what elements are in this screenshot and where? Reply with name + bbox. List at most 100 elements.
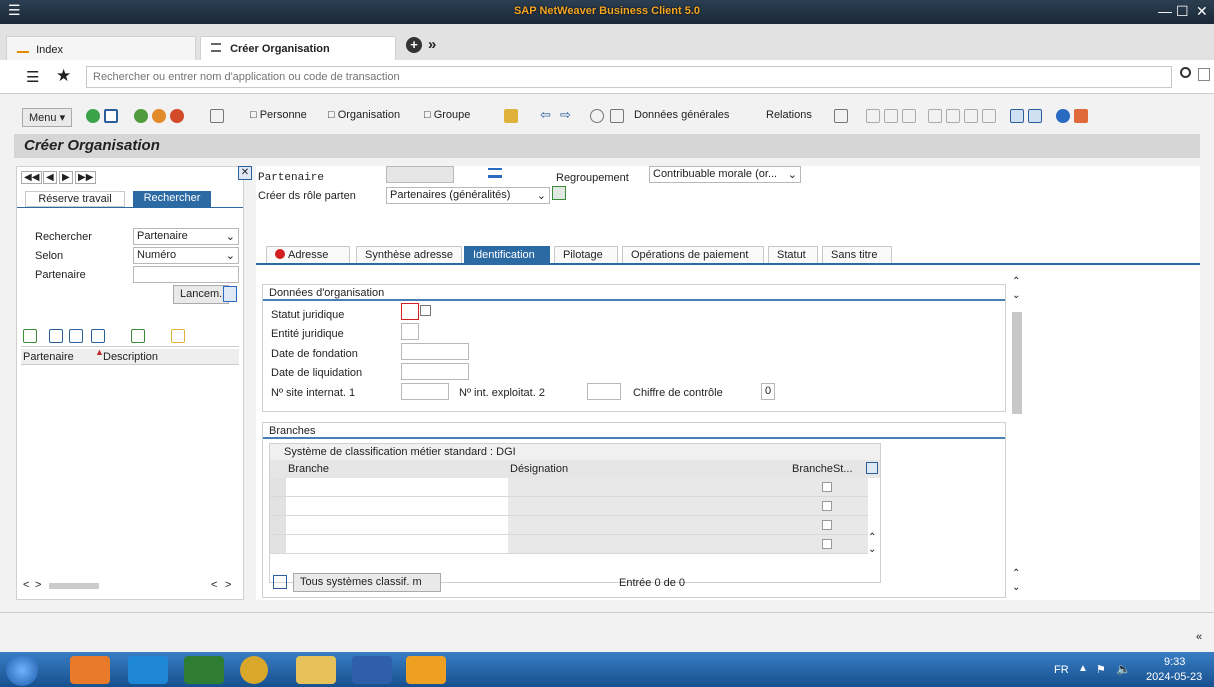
export-icon[interactable] — [273, 575, 287, 589]
tray-arrow-icon[interactable]: ▲ — [1078, 663, 1088, 674]
glasses-icon[interactable] — [590, 109, 604, 123]
tab-creer-organisation[interactable]: Créer Organisation — [200, 36, 396, 60]
donnees-generales-button[interactable]: Données générales — [634, 109, 729, 121]
nav-prev-icon[interactable]: ◀ — [43, 171, 57, 184]
language-indicator[interactable]: FR — [1054, 664, 1069, 676]
internet-explorer-icon[interactable] — [128, 656, 168, 684]
table-row[interactable] — [270, 497, 868, 516]
find-next-icon[interactable] — [69, 329, 83, 343]
back-icon[interactable] — [134, 109, 148, 123]
fondation-input[interactable] — [401, 343, 469, 360]
tab-operations-paiement[interactable]: Opérations de paiement — [622, 246, 764, 264]
search-input[interactable] — [86, 66, 1172, 88]
collapse-icon[interactable]: « — [1196, 631, 1202, 643]
scroll-thumb[interactable] — [1012, 312, 1022, 414]
folder-icon[interactable] — [504, 109, 518, 123]
exit-icon[interactable] — [152, 109, 166, 123]
organisation-button[interactable]: □ Organisation — [328, 109, 400, 121]
find-icon[interactable] — [884, 109, 898, 123]
taskbar-app-icon[interactable] — [70, 656, 110, 684]
statut-input[interactable] — [401, 303, 419, 320]
scroll-right-icon[interactable]: > — [35, 579, 41, 591]
search-icon[interactable] — [1180, 67, 1191, 78]
row-checkbox[interactable] — [822, 539, 832, 549]
table-scroll-up-icon[interactable]: ⌃ — [868, 532, 876, 543]
sidepanel-icon[interactable] — [1198, 68, 1210, 81]
col-partenaire[interactable]: Partenaire — [23, 351, 74, 363]
find-next-icon[interactable] — [902, 109, 916, 123]
save-icon[interactable] — [104, 109, 118, 123]
new-session-icon[interactable] — [1010, 109, 1024, 123]
maximize-icon[interactable]: ☐ — [1176, 3, 1189, 20]
relations-button[interactable]: Relations — [766, 109, 812, 121]
column-settings-icon[interactable] — [866, 462, 878, 474]
clock-date[interactable]: 2024-05-23 — [1146, 671, 1202, 683]
col-branche[interactable]: Branche — [288, 463, 329, 475]
print-icon[interactable] — [866, 109, 880, 123]
first-page-icon[interactable] — [928, 109, 942, 123]
site2-input[interactable] — [587, 383, 621, 400]
org-chart-icon[interactable] — [488, 168, 502, 178]
excel-icon[interactable] — [184, 656, 224, 684]
site1-input[interactable] — [401, 383, 449, 400]
last-page-icon[interactable] — [982, 109, 996, 123]
table-row[interactable] — [270, 478, 868, 497]
new-entry-icon[interactable] — [171, 329, 185, 343]
col-designation[interactable]: Désignation — [510, 463, 568, 475]
shortcut-icon[interactable] — [1028, 109, 1042, 123]
h-scrollbar[interactable] — [49, 583, 99, 589]
clock-time[interactable]: 9:33 — [1164, 656, 1185, 668]
scroll-left-icon[interactable]: < — [23, 579, 29, 591]
lancer-button[interactable]: Lancem. — [173, 285, 230, 304]
nav-next-icon[interactable]: ▶ — [59, 171, 73, 184]
v-scrollbar[interactable]: ⌃ ⌄ ⌃ ⌄ — [1012, 276, 1022, 598]
row-checkbox[interactable] — [822, 482, 832, 492]
table-row[interactable] — [270, 516, 868, 535]
scroll-up-icon[interactable]: ⌃ — [1012, 568, 1020, 579]
rechercher-select[interactable]: Partenaire ⌄ — [133, 228, 239, 245]
nav-first-icon[interactable]: ◀◀ — [21, 171, 43, 184]
tab-reserve-travail[interactable]: Réserve travail — [25, 191, 125, 207]
volume-icon[interactable]: 🔈 — [1116, 662, 1131, 676]
tab-rechercher[interactable]: Rechercher — [133, 191, 211, 207]
col-description[interactable]: Description — [103, 351, 158, 363]
flag-icon[interactable]: ⚑ — [1096, 663, 1106, 676]
personne-button[interactable]: □ Personne — [250, 109, 307, 121]
scroll-left-icon[interactable]: < — [211, 579, 217, 591]
check-icon[interactable] — [86, 109, 100, 123]
tous-systemes-button[interactable]: Tous systèmes classif. m — [293, 573, 441, 592]
row-checkbox[interactable] — [822, 501, 832, 511]
help-icon[interactable] — [1056, 109, 1070, 123]
scroll-down-icon[interactable]: ⌄ — [1012, 582, 1020, 593]
nav-last-icon[interactable]: ▶▶ — [75, 171, 97, 184]
tab-statut[interactable]: Statut — [768, 246, 818, 264]
more-tabs-icon[interactable]: » — [428, 36, 436, 53]
sap-client-icon[interactable] — [406, 656, 446, 684]
display-icon[interactable] — [210, 109, 224, 123]
next-page-icon[interactable] — [964, 109, 978, 123]
calendar-icon[interactable] — [834, 109, 848, 123]
next-icon[interactable]: ⇨ — [560, 107, 571, 123]
close-icon[interactable]: ✕ — [1196, 3, 1208, 20]
layout-icon[interactable] — [131, 329, 145, 343]
start-button[interactable] — [6, 654, 38, 686]
tab-index[interactable]: Index — [6, 36, 196, 60]
add-tab-icon[interactable]: + — [406, 37, 422, 53]
word-icon[interactable] — [352, 656, 392, 684]
role-select[interactable]: Partenaires (généralités) ⌄ — [386, 187, 550, 204]
prev-page-icon[interactable] — [946, 109, 960, 123]
chrome-icon[interactable] — [240, 656, 268, 684]
favorites-star-icon[interactable]: ★ — [56, 66, 71, 86]
minimize-icon[interactable]: — — [1158, 3, 1172, 19]
previous-icon[interactable]: ⇦ — [540, 107, 551, 123]
tab-identification[interactable]: Identification — [464, 246, 550, 264]
scroll-up-icon[interactable]: ⌃ — [1012, 276, 1020, 287]
customize-icon[interactable] — [1074, 109, 1088, 123]
cancel-icon[interactable] — [170, 109, 184, 123]
menu-button[interactable]: Menu ▾ — [22, 108, 73, 127]
table-row[interactable] — [270, 535, 868, 554]
chiffre-input[interactable]: 0 — [761, 383, 775, 400]
binoculars-icon[interactable] — [49, 329, 63, 343]
menu-icon[interactable]: ☰ — [26, 68, 39, 86]
zoom-icon[interactable] — [552, 186, 566, 200]
